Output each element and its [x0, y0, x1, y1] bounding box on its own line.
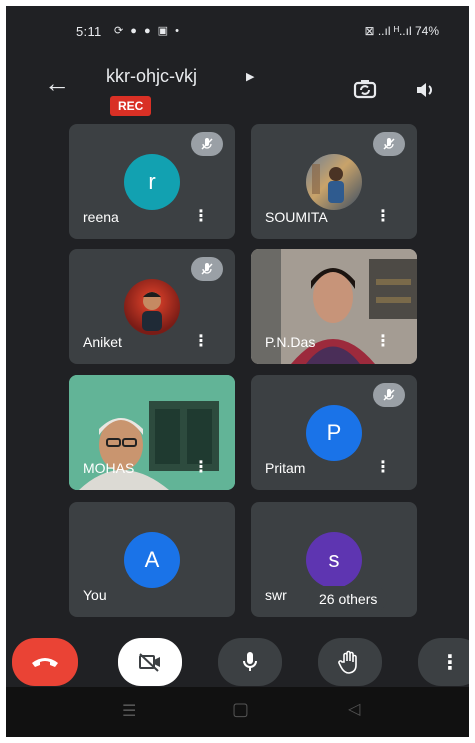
- participant-tile[interactable]: P.N.Das ⋮: [251, 249, 417, 364]
- participant-tile-others[interactable]: s swr 26 others: [251, 502, 417, 617]
- microphone-button[interactable]: [218, 638, 282, 686]
- home-icon[interactable]: ▢: [232, 699, 249, 720]
- participant-name: SOUMITA: [265, 209, 328, 225]
- status-right-icons: ⊠ ..ıl ᴴ..ıl 74%: [364, 24, 439, 38]
- more-vert-icon[interactable]: ⋮: [193, 334, 209, 350]
- avatar: P: [306, 405, 362, 461]
- participant-name: reena: [83, 209, 119, 225]
- mic-off-icon: [191, 257, 223, 281]
- camera-toggle-button[interactable]: [118, 638, 182, 686]
- more-vert-icon: ⋮: [440, 651, 460, 674]
- raise-hand-button[interactable]: [318, 638, 382, 686]
- profile-photo: [124, 279, 180, 335]
- more-vert-icon[interactable]: ⋮: [193, 209, 209, 225]
- android-nav-bar: ☰ ▢ ◁: [6, 687, 469, 737]
- avatar: r: [124, 154, 180, 210]
- participant-name: You: [83, 587, 107, 603]
- end-call-button[interactable]: [12, 638, 78, 686]
- mic-off-icon: [373, 383, 405, 407]
- hand-icon: [338, 650, 357, 674]
- avatar: A: [124, 532, 180, 588]
- back-icon[interactable]: ◁: [348, 699, 360, 719]
- meeting-code[interactable]: kkr-ohjc-vkj: [106, 66, 197, 87]
- phone-screen: 5:11 ⟳ ● ● ▣ • ⊠ ..ıl ᴴ..ıl 74% ← kkr-oh…: [6, 6, 469, 737]
- more-options-button[interactable]: ⋮: [418, 638, 469, 686]
- recent-apps-icon[interactable]: ☰: [122, 701, 136, 721]
- participant-name: swr: [265, 587, 287, 603]
- participant-tile[interactable]: r reena ⋮: [69, 124, 235, 239]
- switch-camera-icon[interactable]: [352, 76, 378, 107]
- more-vert-icon[interactable]: ⋮: [375, 334, 391, 350]
- status-notification-icons: ⟳ ● ● ▣ •: [114, 25, 181, 37]
- more-vert-icon[interactable]: ⋮: [193, 460, 209, 476]
- participant-name: Aniket: [83, 334, 122, 350]
- mic-icon: [243, 652, 257, 671]
- end-call-icon: [32, 658, 58, 667]
- participant-name: P.N.Das: [265, 334, 316, 350]
- participant-name: MOHAS: [83, 460, 135, 476]
- participant-tile[interactable]: Aniket ⋮: [69, 249, 235, 364]
- others-count-badge[interactable]: 26 others: [309, 586, 388, 612]
- participant-tile[interactable]: P Pritam ⋮: [251, 375, 417, 490]
- more-vert-icon[interactable]: ⋮: [375, 460, 391, 476]
- speaker-icon[interactable]: [414, 78, 438, 107]
- status-bar: 5:11 ⟳ ● ● ▣ • ⊠ ..ıl ᴴ..ıl 74%: [6, 6, 469, 58]
- mic-off-icon: [191, 132, 223, 156]
- mic-off-icon: [373, 132, 405, 156]
- avatar: s: [306, 532, 362, 588]
- caret-right-icon[interactable]: ▶: [246, 70, 254, 83]
- participant-name: Pritam: [265, 460, 306, 476]
- status-time: 5:11: [76, 24, 102, 39]
- more-vert-icon[interactable]: ⋮: [375, 209, 391, 225]
- video-off-icon: [139, 653, 160, 672]
- participant-tile[interactable]: MOHAS ⋮: [69, 375, 235, 490]
- participant-tile[interactable]: SOUMITA ⋮: [251, 124, 417, 239]
- rec-badge: REC: [110, 96, 152, 116]
- participant-tile-self[interactable]: A You: [69, 502, 235, 617]
- back-arrow-icon[interactable]: ←: [44, 70, 70, 96]
- profile-photo: [306, 154, 362, 210]
